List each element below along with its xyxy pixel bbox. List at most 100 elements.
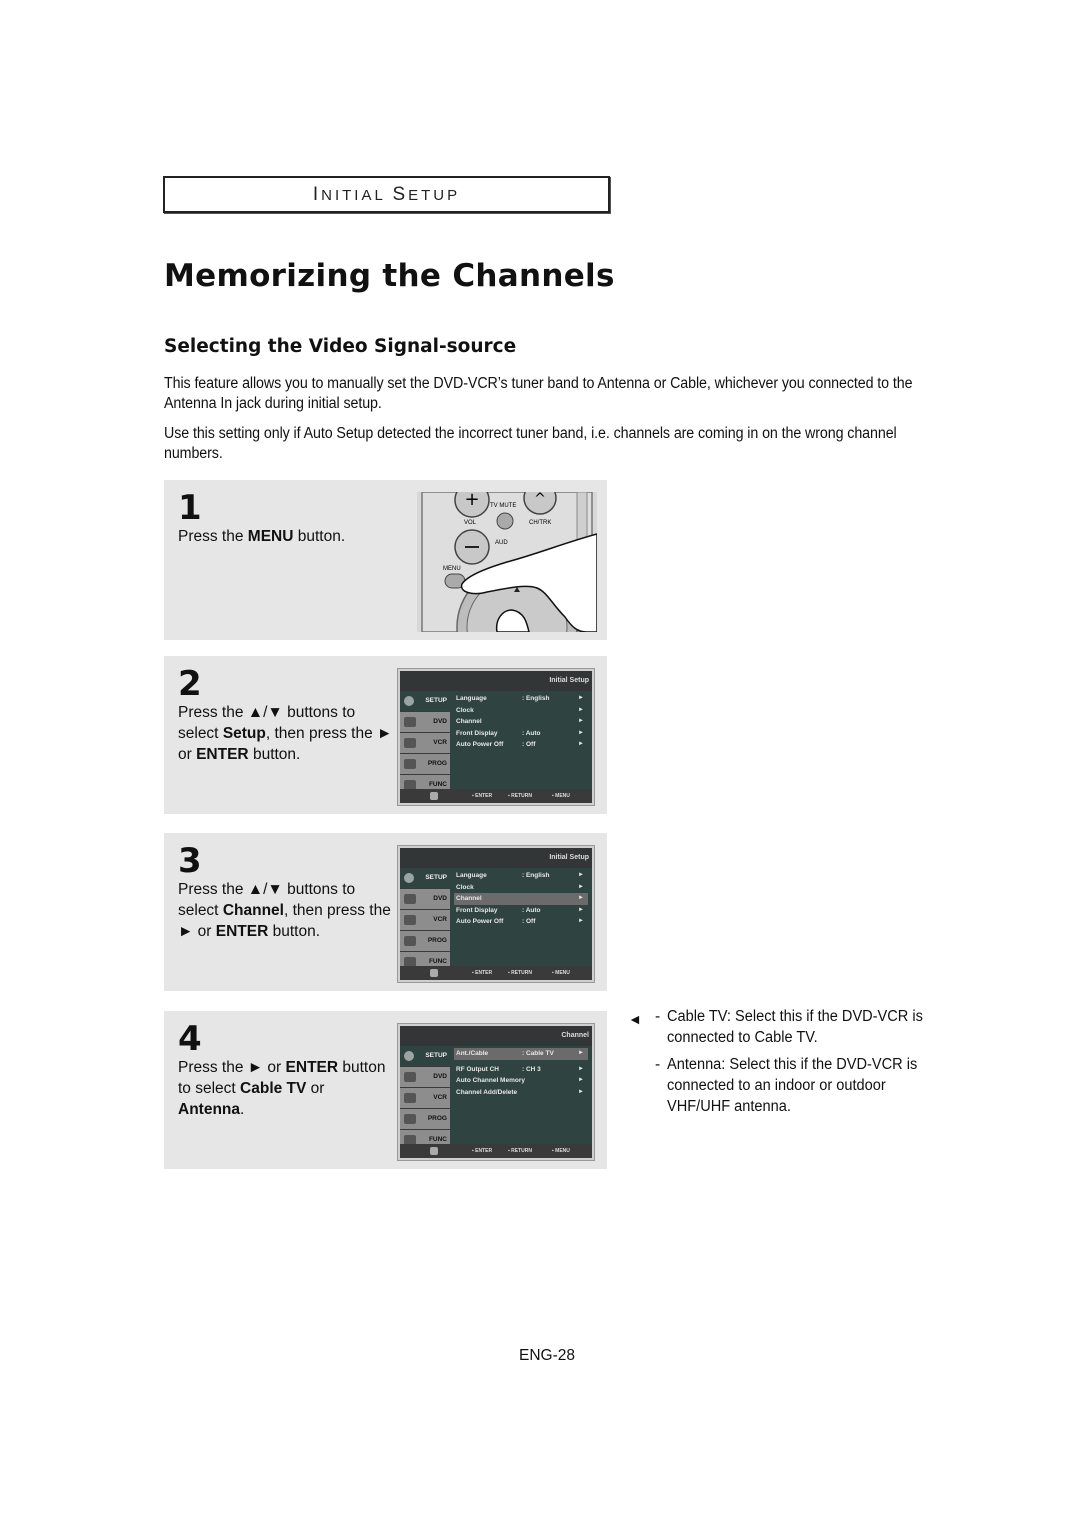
step-number: 3: [178, 841, 202, 881]
chevron-right-icon: ►: [578, 906, 584, 913]
osd-sidebar-item-setup[interactable]: SETUP: [400, 691, 450, 711]
prog-icon: [404, 759, 416, 769]
osd-menu-list: Ant./Cable: Cable TV ► RF Output CH: CH 3 ►…: [454, 1048, 588, 1098]
osd-menu-item[interactable]: Clock ►: [454, 705, 588, 717]
osd-footer-menu: ▪ MENU: [552, 1148, 570, 1154]
pointer-arrow-icon: ◄: [628, 1011, 642, 1027]
osd-menu-item[interactable]: Channel ►: [454, 893, 588, 905]
dvd-icon: [404, 894, 416, 904]
svg-text:+: +: [464, 492, 479, 510]
osd-footer-return: ▪ RETURN: [508, 793, 532, 799]
osd-sidebar-item-dvd[interactable]: DVD: [400, 712, 450, 732]
osd-footer: ▪ ENTER ▪ RETURN ▪ MENU: [400, 789, 592, 803]
osd-menu-item[interactable]: Clock ►: [454, 882, 588, 894]
step-number: 4: [178, 1019, 202, 1059]
note-cable-tv: ◄ - Cable TV: Select this if the DVD-VCR…: [628, 1006, 938, 1048]
note-antenna: - Antenna: Select this if the DVD-VCR is…: [628, 1054, 938, 1117]
osd-menu-item[interactable]: Auto Channel Memory ►: [454, 1075, 588, 1087]
vol-label: VOL: [464, 520, 477, 526]
osd-menu-item[interactable]: Channel ►: [454, 716, 588, 728]
intro-paragraph: This feature allows you to manually set …: [164, 375, 913, 412]
osd-menu-item[interactable]: Language: English ►: [454, 693, 588, 705]
dvd-icon: [404, 1072, 416, 1082]
setup-icon: [404, 873, 414, 883]
osd-menu-item[interactable]: RF Output CH: CH 3 ►: [454, 1064, 588, 1076]
step-number: 1: [178, 488, 202, 528]
osd-menu-item[interactable]: Ant./Cable: Cable TV ►: [454, 1048, 588, 1060]
osd-footer-enter: ▪ ENTER: [472, 1148, 493, 1154]
osd-sidebar-item-vcr[interactable]: VCR: [400, 1088, 450, 1108]
chevron-right-icon: ►: [578, 729, 584, 736]
prog-icon: [404, 1114, 416, 1124]
page-number: ENG-28: [519, 1347, 575, 1364]
chevron-right-icon: ►: [578, 718, 584, 724]
step-3: 3 Press the ▲/▼ buttons to select Channe…: [164, 833, 607, 991]
osd-sidebar-item-prog[interactable]: PROG: [400, 931, 450, 951]
osd-panel: Channel SETUP DVD VCR PROG FUNC Ant./Cable: Ca…: [400, 1026, 592, 1158]
step-4: 4 Press the ► or ENTER button to select …: [164, 1011, 607, 1169]
osd-panel: Initial Setup SETUP DVD VCR PROG FUNC Language…: [400, 848, 592, 980]
vcr-icon: [404, 1093, 416, 1103]
chevron-right-icon: ►: [578, 741, 584, 747]
osd-footer-return: ▪ RETURN: [508, 970, 532, 976]
osd-header: Channel: [400, 1026, 592, 1046]
chevron-right-icon: ►: [578, 706, 584, 713]
osd-sidebar-item-prog[interactable]: PROG: [400, 754, 450, 774]
step-instruction: Press the MENU button.: [178, 528, 346, 545]
chevron-right-icon: ►: [578, 695, 584, 701]
osd-menu-list: Language: English ► Clock ► Channel ► Front Di…: [454, 693, 588, 751]
osd-menu-list: Language: English ► Clock ► Channel ► Front Di…: [454, 870, 588, 928]
osd-sidebar: SETUP DVD VCR PROG FUNC: [400, 1046, 450, 1150]
osd-menu-item[interactable]: Channel Add/Delete ►: [454, 1087, 588, 1099]
osd-menu-item[interactable]: Front Display: Auto ►: [454, 728, 588, 740]
osd-sidebar-item-dvd[interactable]: DVD: [400, 889, 450, 909]
usage-paragraph: Use this setting only if Auto Setup dete…: [164, 425, 897, 462]
osd-sidebar-item-setup[interactable]: SETUP: [400, 1046, 450, 1066]
chevron-right-icon: ►: [578, 1050, 584, 1056]
ch-label: CH/TRK: [529, 520, 551, 526]
osd-sidebar-item-dvd[interactable]: DVD: [400, 1067, 450, 1087]
osd-header: Initial Setup: [400, 671, 592, 691]
tv-mute-label: TV MUTE: [490, 503, 516, 509]
vcr-icon: [404, 915, 416, 925]
section-header-label: INITIAL SETUP: [312, 183, 461, 205]
osd-sidebar-item-vcr[interactable]: VCR: [400, 910, 450, 930]
osd-sidebar-item-setup[interactable]: SETUP: [400, 868, 450, 888]
svg-text:^: ^: [534, 492, 546, 507]
note-text: Cable TV: Select this if the DVD-VCR is …: [667, 1008, 923, 1046]
step-number: 2: [178, 664, 202, 704]
osd-screen: Initial Setup SETUP DVD VCR PROG FUNC Language…: [397, 668, 595, 806]
osd-sidebar: SETUP DVD VCR PROG FUNC: [400, 691, 450, 795]
chevron-right-icon: ►: [578, 1077, 584, 1083]
osd-footer-menu: ▪ MENU: [552, 970, 570, 976]
chevron-right-icon: ►: [578, 918, 584, 924]
mute-button: [496, 512, 514, 530]
prog-icon: [404, 936, 416, 946]
navigation-pad-icon: [430, 792, 438, 800]
step-instruction: Press the ► or ENTER button to select Ca…: [178, 1059, 386, 1118]
step-instruction: Press the ▲/▼ buttons to select Setup, t…: [178, 704, 393, 763]
osd-menu-item[interactable]: Auto Power Off: Off ►: [454, 739, 588, 751]
chevron-right-icon: ►: [578, 895, 584, 901]
audio-label: AUD: [495, 540, 508, 546]
menu-label: MENU: [443, 566, 461, 572]
osd-header: Initial Setup: [400, 848, 592, 868]
osd-sidebar-item-vcr[interactable]: VCR: [400, 733, 450, 753]
osd-sidebar-item-prog[interactable]: PROG: [400, 1109, 450, 1129]
osd-footer: ▪ ENTER ▪ RETURN ▪ MENU: [400, 1144, 592, 1158]
osd-screen: Channel SETUP DVD VCR PROG FUNC Ant./Cable: Ca…: [397, 1023, 595, 1161]
setup-icon: [404, 696, 414, 706]
section-header: INITIAL SETUP: [163, 176, 610, 213]
osd-footer-enter: ▪ ENTER: [472, 970, 493, 976]
dvd-icon: [404, 717, 416, 727]
chevron-right-icon: ►: [578, 1065, 584, 1072]
remote-control-illustration: + ^ TV MUTE VOL CH/TRK AUD MENU: [417, 492, 597, 632]
page-title: Memorizing the Channels: [164, 258, 615, 294]
osd-menu-item[interactable]: Language: English ►: [454, 870, 588, 882]
chevron-right-icon: ►: [578, 883, 584, 890]
osd-menu-item[interactable]: Auto Power Off: Off ►: [454, 916, 588, 928]
osd-menu-item[interactable]: Front Display: Auto ►: [454, 905, 588, 917]
osd-footer: ▪ ENTER ▪ RETURN ▪ MENU: [400, 966, 592, 980]
step-2: 2 Press the ▲/▼ buttons to select Setup,…: [164, 656, 607, 814]
step-instruction: Press the ▲/▼ buttons to select Channel,…: [178, 881, 391, 940]
